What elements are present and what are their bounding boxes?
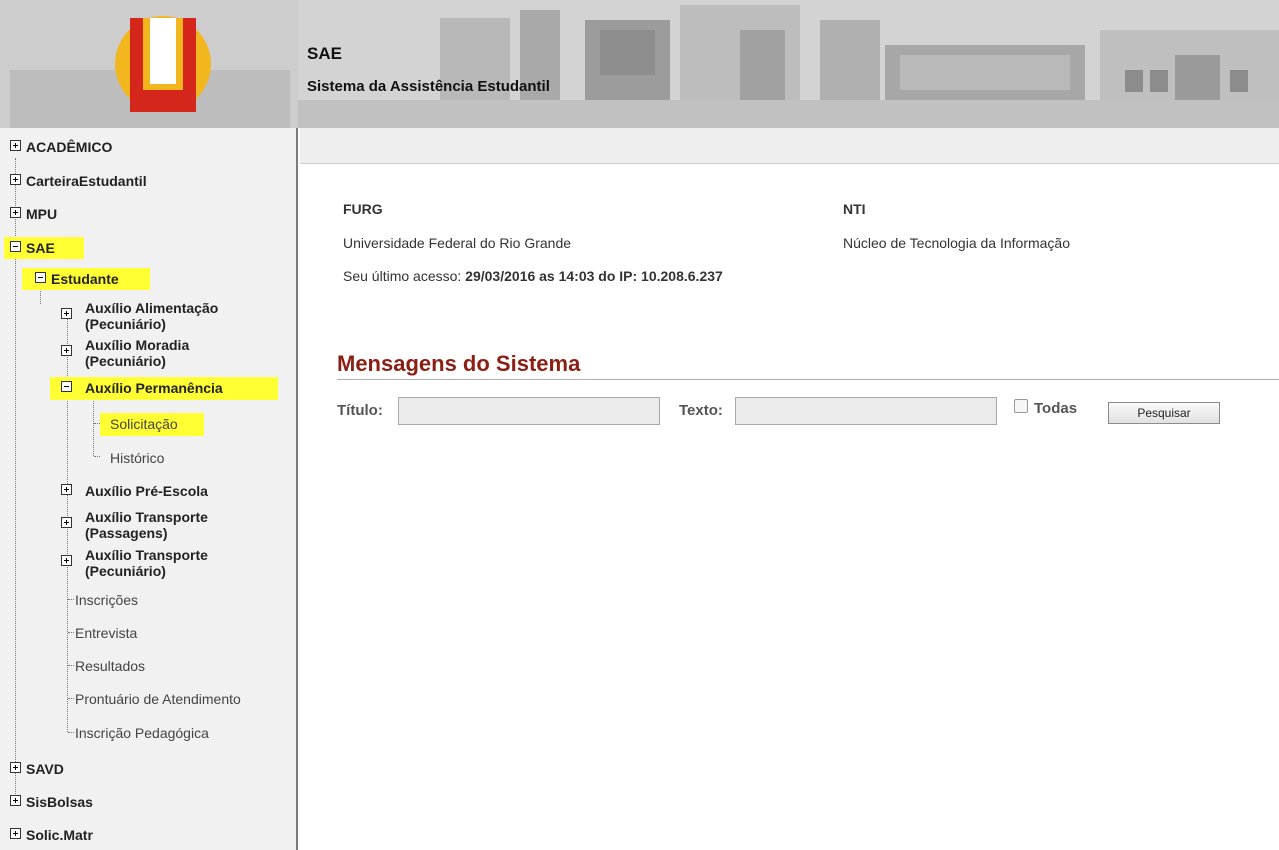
tree-connector (40, 288, 41, 304)
sidebar-item-label: (Pecuniário) (85, 563, 166, 579)
sidebar-item-sae[interactable]: SAE (4, 237, 84, 259)
expand-icon[interactable] (61, 484, 72, 495)
sidebar-item-label: Histórico (110, 450, 165, 466)
sidebar-item-label: Prontuário de Atendimento (75, 691, 241, 707)
tree-connector (68, 732, 74, 733)
sidebar-item-label: (Pecuniário) (85, 353, 166, 369)
last-access-value: 29/03/2016 as 14:03 do IP: 10.208.6.237 (465, 268, 723, 284)
last-access: Seu último acesso: 29/03/2016 as 14:03 d… (343, 268, 723, 284)
expand-icon[interactable] (10, 207, 21, 218)
tree-connector (68, 632, 74, 633)
sidebar-item-label: SAE (26, 240, 55, 256)
sidebar-item-label: ACADÊMICO (26, 139, 113, 155)
texto-input[interactable] (735, 397, 997, 425)
tree-connector (68, 665, 74, 666)
sidebar-item-label: Resultados (75, 658, 146, 674)
app-subtitle: Sistema da Assistência Estudantil (307, 78, 550, 95)
todas-label: Todas (1034, 400, 1078, 417)
content-toolbar (300, 128, 1279, 164)
furg-logo (115, 16, 211, 112)
expand-icon[interactable] (61, 555, 72, 566)
sidebar-item-estudante[interactable]: Estudante (22, 268, 150, 290)
sidebar-item-label: Estudante (51, 271, 119, 287)
expand-icon[interactable] (10, 795, 21, 806)
unit-code: NTI (843, 201, 866, 217)
collapse-icon[interactable] (61, 381, 72, 392)
collapse-icon[interactable] (10, 241, 21, 252)
org-name: Universidade Federal do Rio Grande (343, 235, 572, 251)
messages-title: Mensagens do Sistema (337, 351, 581, 376)
tree-connector (93, 396, 94, 456)
tree-connector (68, 599, 74, 600)
app-title: SAE (307, 44, 342, 63)
unit-name: Núcleo de Tecnologia da Informação (843, 235, 1071, 251)
sidebar-item-label: SisBolsas (26, 794, 93, 810)
sidebar-item-permanencia[interactable]: Auxílio Permanência (50, 377, 278, 400)
search-button[interactable]: Pesquisar (1108, 402, 1220, 424)
last-access-label: Seu último acesso: (343, 268, 466, 284)
todas-checkbox[interactable] (1014, 399, 1028, 413)
sidebar-item-solicitacao[interactable]: Solicitação (100, 413, 204, 436)
expand-icon[interactable] (61, 517, 72, 528)
sidebar-item-label: Solicitação (110, 416, 178, 432)
sidebar-item-label: Auxílio Permanência (85, 380, 223, 396)
sidebar-item-label: Auxílio Moradia (85, 337, 190, 353)
sidebar-item-label: CarteiraEstudantil (26, 173, 147, 189)
sidebar-item-label: (Pecuniário) (85, 316, 166, 332)
sidebar-item-label: Entrevista (75, 625, 138, 641)
expand-icon[interactable] (10, 828, 21, 839)
sidebar-item-label: (Passagens) (85, 525, 168, 541)
expand-icon[interactable] (10, 762, 21, 773)
sidebar-item-label: Inscrições (75, 592, 139, 608)
messages-divider (337, 379, 1279, 380)
sidebar-item-label: MPU (26, 206, 58, 222)
org-code: FURG (343, 201, 383, 217)
expand-icon[interactable] (61, 345, 72, 356)
collapse-icon[interactable] (35, 272, 46, 283)
header-banner: SAE Sistema da Assistência Estudantil (0, 0, 1279, 128)
sidebar-item-label: SAVD (26, 761, 64, 777)
expand-icon[interactable] (10, 174, 21, 185)
expand-icon[interactable] (10, 140, 21, 151)
sidebar-item-label: Solic.Matr (26, 827, 93, 843)
titulo-input[interactable] (398, 397, 660, 425)
tree-connector (68, 698, 74, 699)
titulo-label: Título: (337, 402, 383, 419)
expand-icon[interactable] (61, 308, 72, 319)
sidebar-item-label: Auxílio Alimentação (85, 300, 219, 316)
sidebar-item-label: Auxílio Pré-Escola (85, 483, 208, 499)
sidebar-item-label: Inscrição Pedagógica (75, 725, 209, 741)
tree-connector (94, 456, 100, 457)
sidebar-item-label: Auxílio Transporte (85, 547, 208, 563)
sidebar-item-label: Auxílio Transporte (85, 509, 208, 525)
texto-label: Texto: (679, 402, 723, 419)
